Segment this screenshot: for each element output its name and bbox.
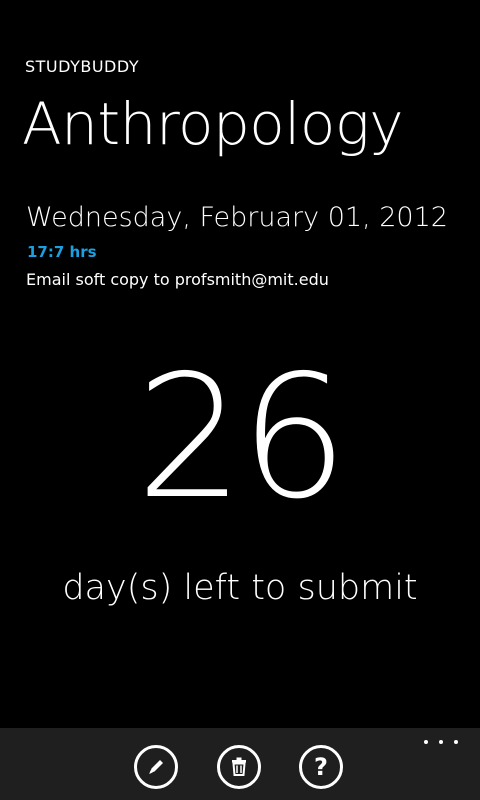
due-date: Wednesday, February 01, 2012 bbox=[26, 202, 448, 233]
ellipsis-dot bbox=[424, 740, 428, 744]
assignment-detail-screen: STUDYBUDDY Anthropology Wednesday, Febru… bbox=[0, 0, 480, 800]
application-bar: ? bbox=[0, 728, 480, 800]
help-icon: ? bbox=[314, 753, 328, 781]
assignment-note: Email soft copy to profsmith@mit.edu bbox=[26, 270, 329, 289]
delete-icon bbox=[229, 756, 249, 778]
ellipsis-dot bbox=[439, 740, 443, 744]
ellipsis-icon[interactable] bbox=[424, 736, 458, 748]
delete-button[interactable] bbox=[217, 745, 261, 789]
edit-button[interactable] bbox=[134, 745, 178, 789]
ellipsis-dot bbox=[454, 740, 458, 744]
edit-icon bbox=[145, 756, 167, 778]
days-left-label: day(s) left to submit bbox=[62, 568, 418, 608]
days-left-count: 26 bbox=[135, 339, 348, 537]
help-button[interactable]: ? bbox=[299, 745, 343, 789]
page-title: Anthropology bbox=[22, 90, 404, 158]
due-time: 17:7 hrs bbox=[27, 243, 97, 261]
app-title: STUDYBUDDY bbox=[25, 57, 140, 76]
